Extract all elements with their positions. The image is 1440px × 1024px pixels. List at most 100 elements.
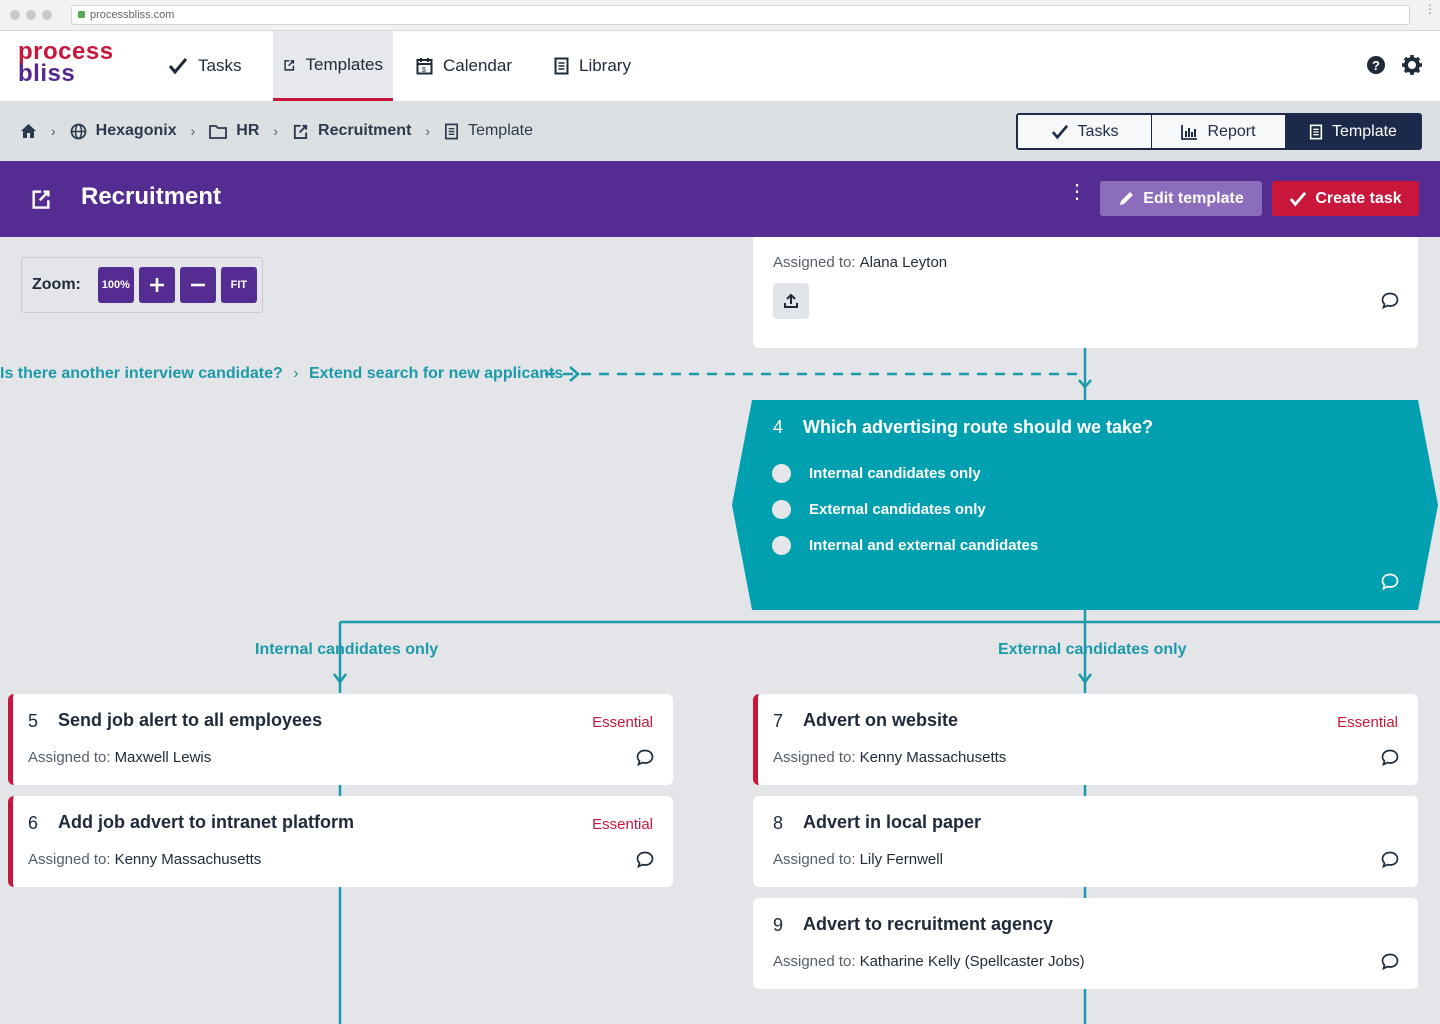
comment-icon[interactable]	[1381, 749, 1399, 766]
address-bar[interactable]: processbliss.com	[71, 5, 1410, 25]
nav-templates-label: Templates	[305, 54, 383, 74]
task-assignee: Assigned to: Maxwell Lewis	[28, 749, 212, 766]
nav-calendar-label: Calendar	[443, 56, 512, 75]
globe-icon	[70, 123, 87, 139]
task-card-8[interactable]: 8 Advert in local paper Assigned to: Lily…	[753, 796, 1418, 887]
zoom-level-button[interactable]: 100%	[97, 267, 134, 303]
browser-menu-icon[interactable]: ⋮	[1424, 3, 1436, 15]
decision-option[interactable]: Internal candidates only	[772, 464, 981, 483]
breadcrumb-separator: ›	[190, 123, 196, 139]
loop-question: Is there another interview candidate?	[0, 365, 283, 382]
document-icon	[445, 123, 459, 139]
comment-icon[interactable]	[1381, 573, 1399, 590]
home-icon[interactable]	[20, 123, 37, 139]
view-template-button[interactable]: Template	[1286, 115, 1420, 148]
task-title: Advert to recruitment agency	[803, 914, 1054, 934]
template-icon	[284, 59, 295, 71]
calendar-icon: $	[416, 58, 433, 75]
top-nav: process bliss Tasks Templates $ Calendar…	[0, 31, 1440, 101]
radio-button[interactable]	[772, 464, 791, 483]
decision-number: 4	[773, 417, 784, 437]
pencil-icon	[1120, 192, 1134, 205]
essential-badge: Essential	[592, 714, 653, 731]
decision-node[interactable]: 4 Which advertising route should we take…	[732, 400, 1438, 610]
nav-library[interactable]: Library	[544, 31, 641, 101]
zoom-controls: Zoom: 100% FIT	[21, 257, 263, 313]
edit-template-button[interactable]: Edit template	[1100, 181, 1262, 216]
task-assignee: Assigned to: Lily Fernwell	[773, 851, 943, 868]
breadcrumb-hr[interactable]: HR	[209, 122, 259, 140]
view-report-button[interactable]: Report	[1152, 115, 1286, 148]
task-card-9[interactable]: 9 Advert to recruitment agency Assigned …	[753, 898, 1418, 989]
loop-link[interactable]: Is there another interview candidate? › …	[0, 365, 563, 383]
comment-icon[interactable]	[1381, 292, 1399, 309]
comment-icon[interactable]	[636, 851, 654, 868]
task-title: Send job alert to all employees	[58, 710, 323, 730]
document-icon	[1309, 124, 1323, 139]
breadcrumb-label: HR	[236, 122, 260, 139]
top-icons: ?	[1366, 55, 1422, 75]
zoom-out-button[interactable]	[179, 267, 216, 303]
comment-icon[interactable]	[636, 749, 654, 766]
radio-button[interactable]	[772, 500, 791, 519]
task-number: 9	[773, 915, 784, 935]
flow-canvas[interactable]: Zoom: 100% FIT Assigned to: Alana Leyton …	[0, 237, 1440, 1024]
edit-template-label: Edit template	[1143, 189, 1244, 207]
breadcrumb-hexagonix[interactable]: Hexagonix	[70, 122, 177, 140]
bar-chart-icon	[1181, 124, 1198, 140]
option-label: Internal and external candidates	[809, 537, 1039, 554]
window-controls[interactable]	[10, 10, 52, 20]
task-card-7[interactable]: 7 Advert on website Essential Assigned t…	[753, 694, 1418, 785]
view-tasks-label: Tasks	[1077, 122, 1119, 140]
comment-icon[interactable]	[1381, 851, 1399, 868]
decision-option[interactable]: External candidates only	[772, 500, 986, 519]
task-assignee: Assigned to: Kenny Massachusetts	[28, 851, 262, 868]
template-icon	[32, 190, 50, 209]
folder-icon	[209, 124, 228, 139]
task-card-5[interactable]: 5 Send job alert to all employees Essent…	[8, 694, 673, 785]
option-label: External candidates only	[809, 501, 986, 518]
nav-templates[interactable]: Templates	[273, 31, 393, 101]
breadcrumb-recruitment[interactable]: Recruitment	[292, 122, 411, 140]
breadcrumb-label: Hexagonix	[95, 122, 177, 139]
url-text: processbliss.com	[90, 9, 175, 21]
breadcrumb-template[interactable]: Template	[444, 122, 533, 140]
gear-icon[interactable]	[1402, 55, 1422, 75]
browser-chrome: processbliss.com ⋮	[0, 0, 1440, 31]
zoom-fit-button[interactable]: FIT	[220, 267, 257, 303]
more-options-icon[interactable]: ⋮	[1067, 182, 1087, 202]
essential-badge: Essential	[592, 816, 653, 833]
page-title: Recruitment	[81, 183, 222, 210]
task-card-6[interactable]: 6 Add job advert to intranet platform Es…	[8, 796, 673, 887]
minus-icon	[190, 283, 205, 287]
task-title: Advert on website	[803, 710, 959, 730]
nav-library-label: Library	[579, 56, 631, 75]
check-icon	[1290, 191, 1307, 207]
view-tasks-button[interactable]: Tasks	[1018, 115, 1152, 148]
task-title: Add job advert to intranet platform	[58, 812, 355, 832]
svg-text:?: ?	[1372, 58, 1380, 73]
nav-calendar[interactable]: $ Calendar	[406, 31, 522, 101]
check-icon	[168, 58, 188, 75]
breadcrumb-bar: › Hexagonix › HR › Recruitment › Templat…	[0, 101, 1440, 161]
plus-icon	[149, 278, 164, 292]
nav-tasks[interactable]: Tasks	[158, 31, 251, 101]
branch-label-internal: Internal candidates only	[255, 641, 439, 658]
radio-button[interactable]	[772, 536, 791, 555]
essential-badge: Essential	[1337, 714, 1398, 731]
zoom-in-button[interactable]	[138, 267, 175, 303]
check-icon	[1051, 124, 1068, 139]
view-toggle: Tasks Report Template	[1016, 113, 1422, 150]
logo[interactable]: process bliss	[18, 40, 114, 86]
view-template-label: Template	[1332, 122, 1397, 140]
lock-icon	[78, 11, 85, 18]
comment-icon[interactable]	[1381, 953, 1399, 970]
decision-option[interactable]: Internal and external candidates	[772, 536, 1038, 555]
upload-button[interactable]	[773, 283, 809, 319]
task-card-3[interactable]: Assigned to: Alana Leyton	[753, 237, 1418, 348]
create-task-button[interactable]: Create task	[1272, 181, 1419, 216]
help-icon[interactable]: ?	[1366, 55, 1386, 75]
branch-label-external: External candidates only	[998, 641, 1187, 658]
decision-title: Which advertising route should we take?	[803, 417, 1154, 437]
view-report-label: Report	[1207, 122, 1256, 140]
